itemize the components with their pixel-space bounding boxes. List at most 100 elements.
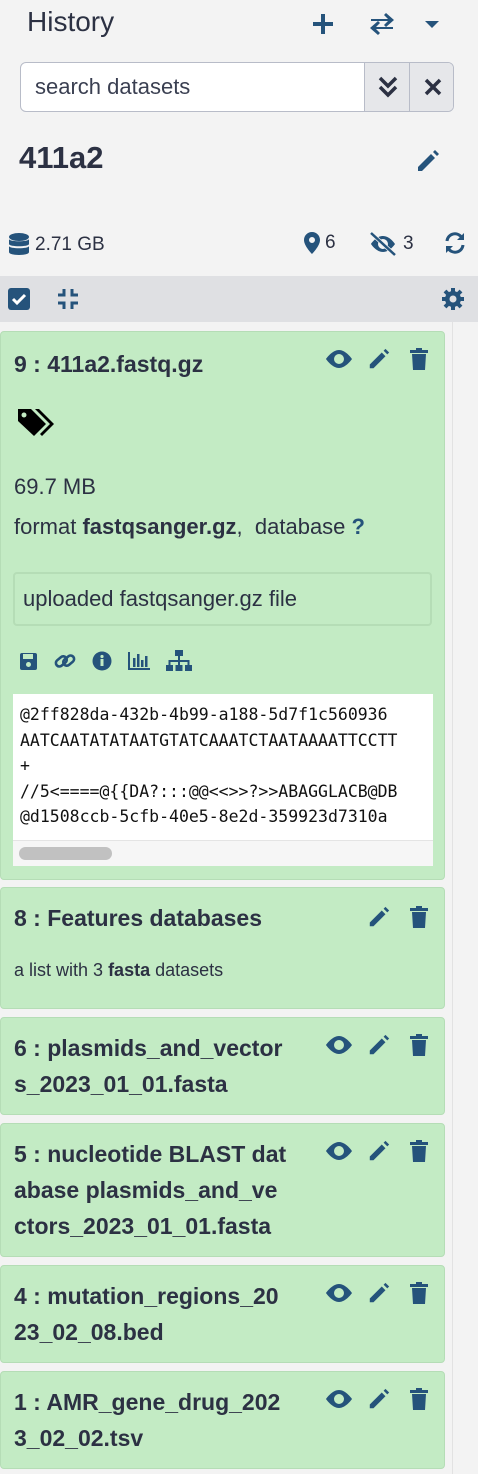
dataset-item-1[interactable]: 1 : AMR_gene_drug_202 3_02_02.tsv: [0, 1371, 445, 1469]
angle-double-down-icon: [378, 76, 397, 98]
eye-icon: [326, 1036, 352, 1054]
advanced-search-button[interactable]: [364, 63, 410, 111]
history-toolbar: [0, 276, 478, 322]
copy-link-button[interactable]: [54, 651, 76, 676]
check-square-icon: [8, 288, 30, 310]
info-circle-icon: [92, 651, 112, 671]
delete-dataset-button[interactable]: [404, 1384, 434, 1414]
dataset-title-line: ctors_2023_01_01.fasta: [14, 1213, 272, 1239]
view-dataset-button[interactable]: [324, 344, 354, 374]
database-value-link[interactable]: ?: [352, 514, 365, 539]
format-separator: ,: [236, 514, 243, 539]
history-name: 411a2: [19, 140, 104, 175]
history-header: History: [0, 0, 478, 60]
edit-dataset-button[interactable]: [364, 1136, 394, 1166]
gear-icon: [442, 288, 464, 310]
delete-dataset-button[interactable]: [404, 902, 434, 932]
delete-dataset-button[interactable]: [404, 1278, 434, 1308]
hidden-datasets-count[interactable]: 3: [368, 232, 414, 256]
collapse-items-button[interactable]: [50, 281, 86, 317]
chart-bar-icon: [128, 652, 150, 670]
edit-dataset-button[interactable]: [364, 344, 394, 374]
panel-title: History: [27, 6, 115, 37]
switch-history-button[interactable]: [364, 6, 400, 42]
peek-line: @2ff828da-432b-4b99-a188-5d7f1c560936: [20, 705, 388, 724]
pencil-icon: [369, 1282, 390, 1303]
history-size[interactable]: 2.71 GB: [8, 232, 105, 258]
exchange-icon: [370, 13, 394, 35]
edit-dataset-button[interactable]: [364, 902, 394, 932]
eye-icon: [326, 1142, 352, 1160]
dataset-item-4[interactable]: 4 : mutation_regions_20 23_02_08.bed: [0, 1265, 445, 1363]
format-value: fastqsanger.gz: [82, 514, 237, 539]
eye-icon: [326, 1284, 352, 1302]
history-stats: 2.71 GB 6 3: [0, 226, 478, 266]
clear-search-button[interactable]: [409, 63, 453, 111]
dataset-title[interactable]: 9 : 411a2.fastq.gz: [14, 346, 203, 382]
trash-icon: [410, 1282, 428, 1304]
dataset-actions: [324, 1030, 434, 1060]
select-items-button[interactable]: [1, 281, 37, 317]
refresh-button[interactable]: [444, 232, 466, 254]
collection-type: fasta: [108, 960, 151, 980]
edit-dataset-button[interactable]: [364, 1278, 394, 1308]
dataset-actions: [364, 902, 434, 932]
dataset-details-button[interactable]: [92, 651, 112, 676]
peek-line: @d1508ccb-5cfb-40e5-8e2d-359923d7310a: [20, 807, 388, 826]
tags-button[interactable]: [16, 406, 56, 445]
dataset-title-line: 1 : AMR_gene_drug_202: [14, 1389, 281, 1415]
dataset-item-6[interactable]: 6 : plasmids_and_vector s_2023_01_01.fas…: [0, 1017, 445, 1115]
create-history-button[interactable]: [305, 6, 341, 42]
dataset-actions: [324, 1384, 434, 1414]
view-dataset-button[interactable]: [324, 1278, 354, 1308]
trash-icon: [410, 906, 428, 928]
delete-dataset-button[interactable]: [404, 344, 434, 374]
sync-icon: [445, 232, 465, 254]
dataset-title[interactable]: 1 : AMR_gene_drug_202 3_02_02.tsv: [14, 1384, 280, 1456]
collection-item-8[interactable]: 8 : Features databases a list with 3 fas…: [0, 887, 445, 1009]
trash-icon: [410, 1140, 428, 1162]
dataset-title[interactable]: 6 : plasmids_and_vector s_2023_01_01.fas…: [14, 1030, 282, 1102]
dataset-title-line: s_2023_01_01.fasta: [14, 1071, 228, 1097]
pencil-icon: [418, 150, 439, 171]
dataset-title[interactable]: 8 : Features databases: [14, 900, 262, 936]
format-label: format: [14, 514, 77, 539]
peek-scroll-thumb[interactable]: [19, 847, 112, 860]
show-related-button[interactable]: [166, 650, 192, 677]
edit-dataset-button[interactable]: [364, 1384, 394, 1414]
caret-down-icon: [425, 21, 439, 28]
pencil-icon: [369, 1140, 390, 1161]
view-dataset-button[interactable]: [324, 1384, 354, 1414]
edit-history-button[interactable]: [410, 143, 446, 179]
sitemap-icon: [166, 650, 192, 671]
list-scrollbar[interactable]: [452, 322, 478, 1474]
peek-horizontal-scrollbar[interactable]: [13, 840, 433, 866]
dataset-title[interactable]: 5 : nucleotide BLAST dat abase plasmids_…: [14, 1136, 286, 1244]
delete-dataset-button[interactable]: [404, 1030, 434, 1060]
dataset-item-9[interactable]: 9 : 411a2.fastq.gz 69.7 MB format fastqs…: [0, 331, 445, 880]
dataset-detail-actions: [19, 650, 192, 677]
link-icon: [54, 654, 76, 668]
view-dataset-button[interactable]: [324, 1136, 354, 1166]
download-button[interactable]: [19, 652, 38, 676]
delete-dataset-button[interactable]: [404, 1136, 434, 1166]
dataset-title-line: 4 : mutation_regions_20: [14, 1283, 279, 1309]
plus-icon: [313, 14, 333, 34]
eye-slash-icon: [369, 232, 397, 256]
search-input[interactable]: [21, 63, 364, 111]
tags-icon: [18, 409, 54, 436]
visualize-button[interactable]: [128, 652, 150, 675]
view-dataset-button[interactable]: [324, 1030, 354, 1060]
dataset-title[interactable]: 4 : mutation_regions_20 23_02_08.bed: [14, 1278, 279, 1350]
peek-line: +: [20, 756, 30, 775]
list-settings-button[interactable]: [435, 281, 471, 317]
dataset-item-5[interactable]: 5 : nucleotide BLAST dat abase plasmids_…: [0, 1123, 445, 1257]
collection-suffix: datasets: [155, 960, 224, 980]
map-marker-icon: [304, 232, 320, 254]
history-options-button[interactable]: [414, 6, 450, 42]
edit-dataset-button[interactable]: [364, 1030, 394, 1060]
dataset-size: 69.7 MB: [14, 474, 96, 499]
history-size-label: 2.71 GB: [35, 234, 105, 255]
shown-datasets-count[interactable]: 6: [304, 232, 336, 254]
collection-description: a list with 3 fasta datasets: [14, 960, 223, 981]
